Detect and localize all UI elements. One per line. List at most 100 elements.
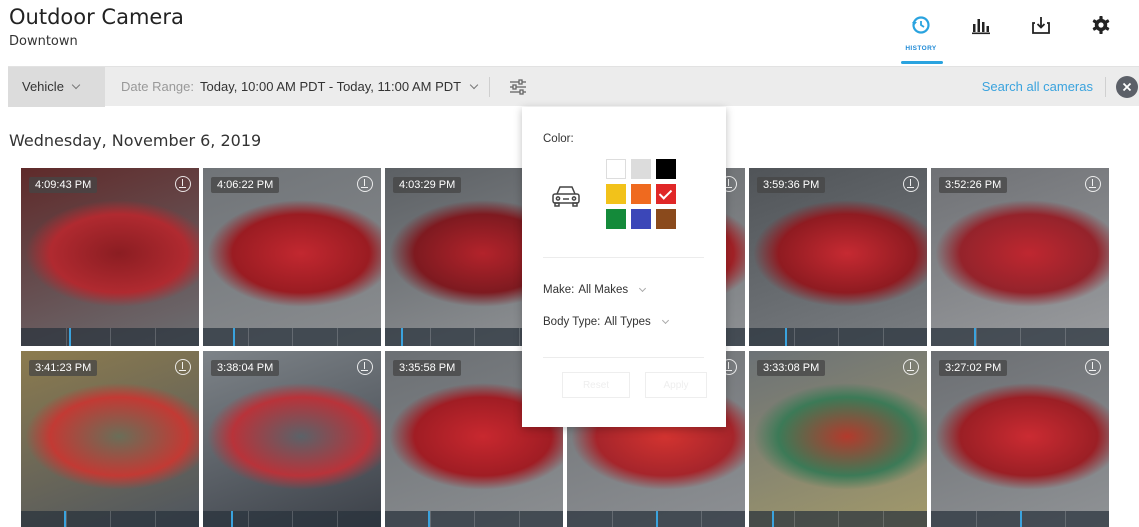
results-date-heading: Wednesday, November 6, 2019: [9, 131, 262, 150]
download-icon[interactable]: [357, 176, 373, 192]
download-icon[interactable]: [175, 359, 191, 375]
tab-settings[interactable]: [1071, 8, 1131, 64]
apply-button[interactable]: Apply: [645, 372, 707, 398]
tab-history[interactable]: HISTORY: [891, 8, 951, 64]
timeline-marker: [973, 328, 976, 346]
bar-chart-icon: [972, 19, 990, 35]
result-thumbnail[interactable]: 3:38:04 PM: [203, 351, 381, 527]
timeline-marker: [784, 328, 787, 346]
timeline-bar[interactable]: [21, 328, 199, 346]
timeline-bar[interactable]: [749, 328, 927, 346]
timestamp-label: 3:52:26 PM: [939, 177, 1008, 193]
export-icon: [1032, 17, 1050, 34]
page-subtitle: Downtown: [9, 34, 78, 49]
body-type-label: Body Type:: [543, 316, 601, 328]
toolbar-divider: [1105, 77, 1106, 97]
download-icon[interactable]: [1085, 359, 1101, 375]
close-icon: [1122, 82, 1132, 92]
body-type-value: All Types: [604, 316, 651, 328]
reset-button[interactable]: Reset: [562, 372, 630, 398]
color-swatch[interactable]: [606, 159, 626, 179]
timeline-bar[interactable]: [567, 511, 745, 527]
result-thumbnail[interactable]: 3:59:36 PM: [749, 168, 927, 346]
chevron-down-icon: [639, 284, 647, 292]
timeline-bar[interactable]: [21, 511, 199, 527]
object-type-label: Vehicle: [22, 79, 64, 94]
color-swatch[interactable]: [606, 184, 626, 204]
tab-export[interactable]: [1011, 8, 1071, 64]
timeline-marker: [231, 511, 234, 527]
timeline-marker: [772, 511, 775, 527]
gear-icon: [1092, 16, 1110, 34]
top-nav: HISTORY: [891, 8, 1131, 64]
timeline-bar[interactable]: [749, 511, 927, 527]
color-swatch[interactable]: [656, 184, 676, 204]
timeline-marker: [69, 328, 72, 346]
color-swatch[interactable]: [656, 159, 676, 179]
date-range-value: Today, 10:00 AM PDT - Today, 11:00 AM PD…: [200, 79, 462, 94]
chevron-down-icon: [71, 80, 81, 89]
timeline-marker: [401, 328, 404, 346]
timestamp-label: 3:27:02 PM: [939, 360, 1008, 376]
object-type-dropdown[interactable]: Vehicle: [8, 66, 105, 107]
result-thumbnail[interactable]: 4:09:43 PM: [21, 168, 199, 346]
chevron-down-icon: [661, 316, 669, 324]
result-thumbnail[interactable]: 3:33:08 PM: [749, 351, 927, 527]
download-icon[interactable]: [903, 359, 919, 375]
download-icon[interactable]: [175, 176, 191, 192]
date-range-label: Date Range:: [121, 79, 194, 94]
result-thumbnail[interactable]: 4:06:22 PM: [203, 168, 381, 346]
timeline-marker: [656, 511, 658, 527]
timestamp-label: 3:59:36 PM: [757, 177, 826, 193]
timestamp-label: 4:06:22 PM: [211, 177, 280, 193]
timeline-bar[interactable]: [385, 511, 563, 527]
download-icon[interactable]: [1085, 176, 1101, 192]
color-swatch[interactable]: [631, 209, 651, 229]
result-thumbnail[interactable]: 3:52:26 PM: [931, 168, 1109, 346]
timeline-bar[interactable]: [203, 328, 381, 346]
timeline-bar[interactable]: [931, 328, 1109, 346]
download-icon[interactable]: [903, 176, 919, 192]
timestamp-label: 3:33:08 PM: [757, 360, 826, 376]
timestamp-label: 3:35:58 PM: [393, 360, 462, 376]
search-all-cameras-link[interactable]: Search all cameras: [982, 79, 1093, 94]
car-icon: [552, 186, 580, 207]
history-icon: [912, 16, 930, 34]
timestamp-label: 3:41:23 PM: [29, 360, 98, 376]
timeline-bar[interactable]: [203, 511, 381, 527]
page-title: Outdoor Camera: [9, 5, 184, 29]
result-thumbnail[interactable]: 3:27:02 PM: [931, 351, 1109, 527]
color-swatch[interactable]: [656, 209, 676, 229]
popup-divider: [543, 357, 704, 358]
timeline-marker: [63, 511, 66, 527]
date-range-dropdown[interactable]: Date Range: Today, 10:00 AM PDT - Today,…: [121, 79, 479, 94]
clear-search-button[interactable]: [1116, 76, 1138, 98]
result-thumbnail[interactable]: 3:41:23 PM: [21, 351, 199, 527]
advanced-filter-button[interactable]: [500, 67, 536, 107]
toolbar-divider: [489, 76, 491, 97]
download-icon[interactable]: [357, 359, 373, 375]
timeline-bar[interactable]: [931, 511, 1109, 527]
make-value: All Makes: [578, 284, 629, 296]
filter-popup: Color: Make: All Makes Body Type: All Ty…: [522, 107, 726, 427]
body-type-dropdown[interactable]: Body Type: All Types: [543, 316, 669, 328]
make-label: Make:: [543, 284, 575, 296]
sliders-icon: [510, 78, 527, 95]
filter-toolbar: Vehicle Date Range: Today, 10:00 AM PDT …: [8, 66, 1139, 107]
timestamp-label: 4:03:29 PM: [393, 177, 462, 193]
chevron-down-icon: [469, 80, 479, 89]
popup-divider: [543, 257, 704, 258]
timeline-marker: [1020, 511, 1022, 527]
timeline-marker: [233, 328, 236, 346]
timestamp-label: 3:38:04 PM: [211, 360, 280, 376]
make-dropdown[interactable]: Make: All Makes: [543, 284, 647, 296]
color-swatch[interactable]: [631, 184, 651, 204]
timeline-marker: [427, 511, 430, 527]
color-label: Color:: [543, 133, 574, 145]
tab-analytics[interactable]: [951, 8, 1011, 64]
color-swatch[interactable]: [606, 209, 626, 229]
tab-history-label: HISTORY: [905, 45, 937, 52]
timestamp-label: 4:09:43 PM: [29, 177, 98, 193]
color-swatch-group: [606, 159, 676, 229]
color-swatch[interactable]: [631, 159, 651, 179]
